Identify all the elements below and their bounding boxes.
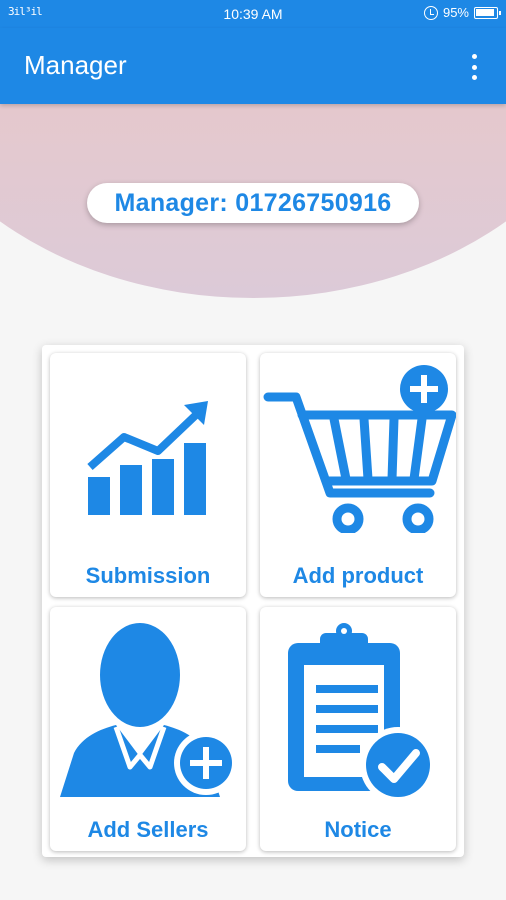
app-bar: Manager <box>0 28 506 104</box>
cart-add-icon <box>263 365 456 533</box>
tile-label: Notice <box>324 817 392 842</box>
manager-phone-badge: Manager: 01726750916 <box>87 183 419 223</box>
clipboard-check-icon <box>288 623 436 803</box>
tile-label: Submission <box>85 563 211 588</box>
menu-dot <box>471 54 477 59</box>
menu-dot <box>471 75 477 80</box>
status-bar: 3il³il 10:39 AM 95% <box>0 0 506 28</box>
more-vert-icon[interactable] <box>462 52 486 82</box>
tile-label: Add product <box>292 563 424 588</box>
dashboard-panel: Submission Add product Add Sellers Notic… <box>42 345 464 857</box>
menu-dot <box>471 64 477 70</box>
bar-chart-trend-icon <box>87 401 208 515</box>
battery-icon <box>474 6 501 19</box>
alarm-icon <box>423 5 438 20</box>
submission-tile[interactable]: Submission <box>50 353 246 597</box>
status-right-group: 95% <box>423 5 501 20</box>
add-product-tile[interactable]: Add product <box>260 353 456 597</box>
notice-tile[interactable]: Notice <box>260 607 456 851</box>
add-sellers-tile[interactable]: Add Sellers <box>50 607 246 851</box>
tile-label: Add Sellers <box>87 817 209 842</box>
battery-percent: 95% <box>442 5 469 20</box>
manager-phone-label: Manager: 01726750916 <box>114 188 392 217</box>
person-add-icon <box>60 623 238 797</box>
app-title: Manager <box>24 50 127 80</box>
